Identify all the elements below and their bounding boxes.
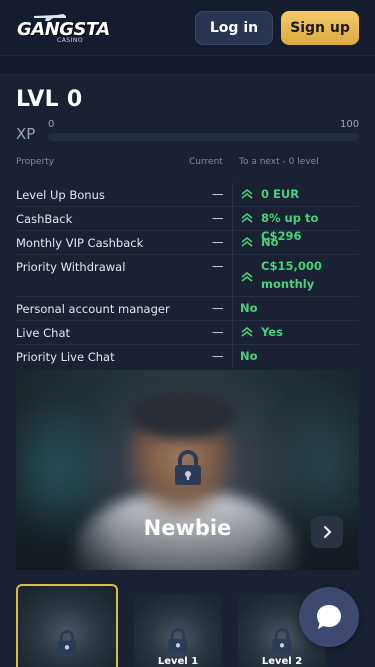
column-next: To a next - 0 level <box>239 157 319 167</box>
level-thumb-newbie[interactable] <box>16 584 118 667</box>
row-next: 0 EUR <box>240 187 299 203</box>
xp-min: 0 <box>48 119 55 130</box>
row-property: Monthly VIP Cashback <box>16 236 144 250</box>
column-current: Current <box>189 157 223 167</box>
row-property: Live Chat <box>16 326 71 340</box>
table-row: Monthly VIP Cashback — No <box>16 231 359 255</box>
level-thumb-label: Level 2 <box>261 656 303 667</box>
chat-bubble-icon <box>317 605 341 629</box>
live-chat-button[interactable] <box>299 587 359 647</box>
row-property: Priority Live Chat <box>16 350 115 364</box>
row-current: — <box>212 301 224 315</box>
table-row: Personal account manager — No <box>16 297 359 321</box>
table-header: Property Current To a next - 0 level <box>16 157 359 171</box>
gangsta-casino-logo[interactable]: GANGSTA CASINO <box>15 12 110 44</box>
column-property: Property <box>16 157 55 167</box>
xp-label: XP <box>16 125 36 143</box>
benefits-table: Level Up Bonus — 0 EUR CashBack — 8% up … <box>16 183 359 369</box>
level-thumb-label: Level 1 <box>157 656 199 667</box>
row-property: CashBack <box>16 212 73 226</box>
table-row: CashBack — 8% up to C$296 <box>16 207 359 243</box>
lock-icon <box>175 450 201 485</box>
top-header: GANGSTA CASINO Log in Sign up <box>0 0 375 56</box>
row-current: — <box>212 349 224 363</box>
table-row: Priority Withdrawal — C$15,000 monthly <box>16 255 359 297</box>
lock-icon <box>168 628 188 654</box>
table-row: Level Up Bonus — 0 EUR <box>16 183 359 207</box>
xp-max: 100 <box>340 119 360 130</box>
row-property: Personal account manager <box>16 302 170 316</box>
double-chevron-up-icon <box>241 236 253 247</box>
row-next: Yes <box>240 325 283 341</box>
table-row: Live Chat — Yes <box>16 321 359 345</box>
double-chevron-up-icon <box>241 212 253 223</box>
row-property: Priority Withdrawal <box>16 260 126 274</box>
row-current: — <box>212 325 224 339</box>
double-chevron-up-icon <box>241 271 253 282</box>
double-chevron-up-icon <box>241 188 253 199</box>
row-current: — <box>212 235 224 249</box>
signup-button[interactable]: Sign up <box>281 11 359 45</box>
row-next: No <box>240 349 258 363</box>
row-current: — <box>212 259 224 273</box>
logo-subtext: CASINO <box>57 37 84 44</box>
level-thumb-1[interactable]: Level 1 <box>134 594 222 667</box>
row-next: No <box>240 301 258 315</box>
table-row: Priority Live Chat — No <box>16 345 359 369</box>
lock-icon <box>57 630 77 656</box>
row-current: — <box>212 211 224 225</box>
level-title: LVL 0 <box>16 87 83 112</box>
login-button[interactable]: Log in <box>195 11 273 45</box>
row-property: Level Up Bonus <box>16 188 105 202</box>
row-next: C$15,000 monthly <box>240 259 322 293</box>
double-chevron-up-icon <box>241 326 253 337</box>
level-thumbnails: Level 1 Level 2 <box>0 508 375 667</box>
row-current: — <box>212 187 224 201</box>
xp-progress-bar <box>48 133 359 141</box>
lock-icon <box>272 628 292 654</box>
row-next: No <box>240 235 279 251</box>
